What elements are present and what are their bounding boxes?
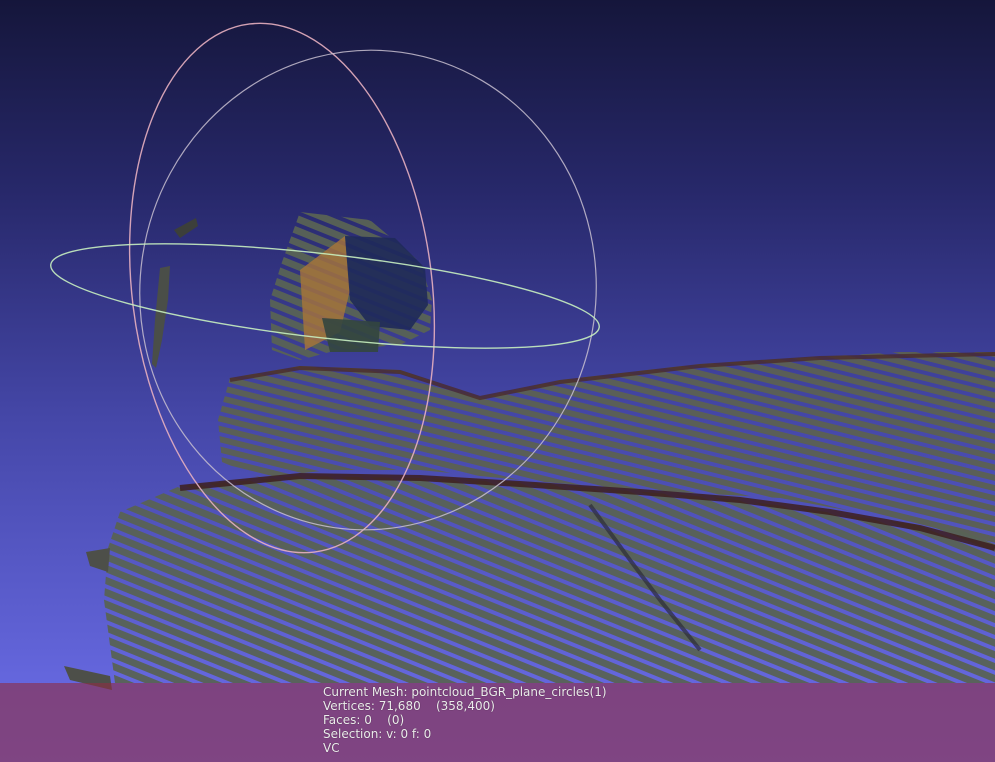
mesh-info: Current Mesh: pointcloud_BGR_plane_circl… <box>323 685 607 755</box>
vertices-count: Vertices: 71,680 (358,400) <box>323 699 495 713</box>
selection-count: Selection: v: 0 f: 0 <box>323 727 432 741</box>
faces-count: Faces: 0 (0) <box>323 713 405 727</box>
point-cloud-fragment <box>86 548 110 572</box>
3d-viewport[interactable] <box>0 0 995 762</box>
color-mode-label: VC <box>323 741 340 755</box>
point-cloud <box>64 212 995 690</box>
current-mesh-label: Current Mesh: pointcloud_BGR_plane_circl… <box>323 685 607 699</box>
point-cloud-fragment <box>174 218 198 238</box>
point-cloud-fragment <box>152 266 170 368</box>
point-cloud-object-stand <box>322 318 380 352</box>
